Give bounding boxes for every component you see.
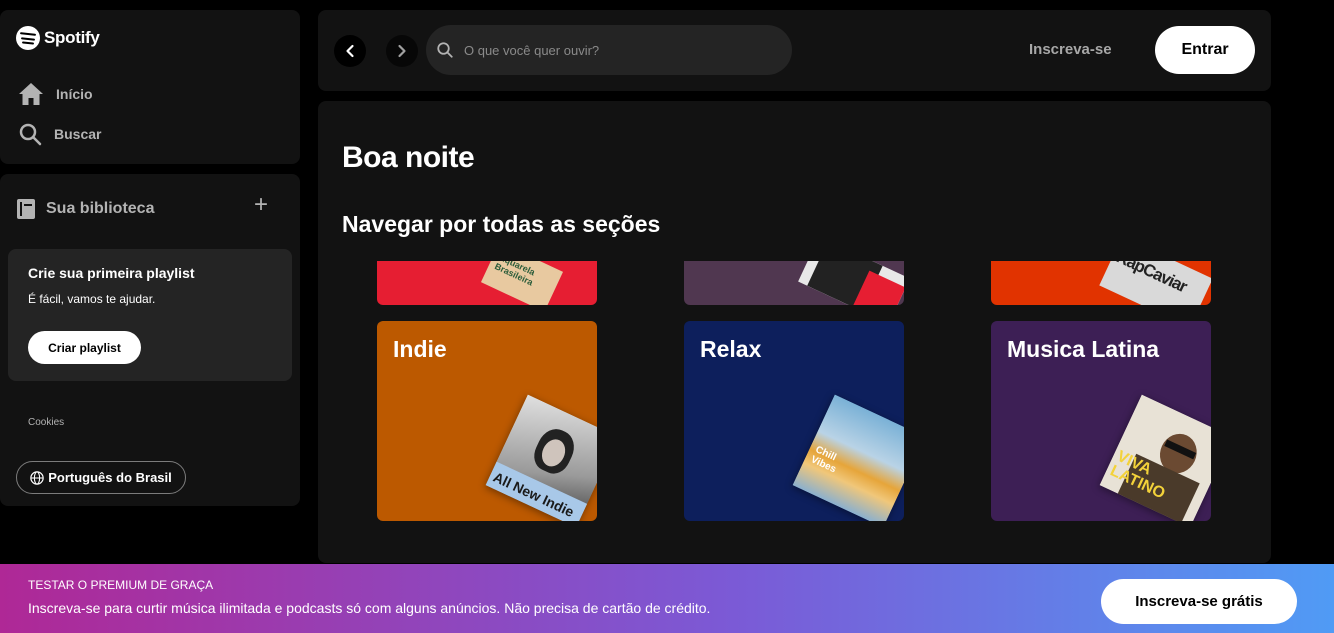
library-icon [17, 199, 35, 219]
spotify-logo-text: Spotify [44, 28, 100, 47]
create-playlist-subtitle: É fácil, vamos te ajudar. [28, 292, 156, 306]
language-label: Português do Brasil [48, 470, 172, 485]
cookies-link[interactable]: Cookies [28, 417, 64, 428]
signup-link[interactable]: Inscreva-se [1029, 41, 1112, 58]
category-cover-art: RapCaviar [1099, 261, 1211, 305]
top-bar: Inscreva-se Entrar [318, 10, 1271, 91]
nav-home-label: Início [56, 86, 93, 102]
genre-cover-art: VIVA LATINO [1099, 394, 1211, 521]
category-cover-art [798, 261, 904, 305]
chevron-right-icon [398, 44, 406, 58]
library-title: Sua biblioteca [46, 200, 155, 217]
library-header[interactable]: Sua biblioteca [16, 198, 154, 220]
plus-icon[interactable]: + [250, 193, 272, 217]
category-card-partial[interactable]: Aquarela Brasileira [377, 261, 597, 305]
greeting-title: Boa noite [342, 141, 475, 174]
cover-text: RapCaviar [1113, 261, 1190, 297]
login-button[interactable]: Entrar [1155, 26, 1255, 74]
spotify-logo[interactable]: Spotify [16, 26, 100, 50]
search-icon [437, 42, 453, 58]
search-icon [19, 123, 42, 146]
genre-cover-art: All New Indie [485, 394, 597, 521]
cover-text: Aquarela Brasileira [493, 261, 537, 288]
search-input[interactable] [464, 42, 764, 58]
genre-card-indie[interactable]: Indie All New Indie [377, 321, 597, 521]
genre-card-musica-latina[interactable]: Musica Latina VIVA LATINO [991, 321, 1211, 521]
section-title: Navegar por todas as seções [342, 211, 661, 237]
forward-button[interactable] [386, 35, 418, 67]
back-button[interactable] [334, 35, 366, 67]
chevron-left-icon [346, 44, 354, 58]
category-card-partial[interactable] [684, 261, 904, 305]
banner-kicker: TESTAR O PREMIUM DE GRAÇA [28, 578, 214, 592]
genre-cover-art: Chill Vibes [792, 394, 904, 521]
category-card-partial[interactable]: RapCaviar [991, 261, 1211, 305]
globe-icon [30, 470, 44, 485]
spotify-logo-icon [16, 26, 40, 50]
genre-title: Relax [700, 336, 762, 362]
create-playlist-title: Crie sua primeira playlist [28, 265, 195, 281]
category-cover-art: Aquarela Brasileira [480, 261, 564, 305]
search-box[interactable] [426, 25, 792, 75]
nav-search[interactable]: Buscar [18, 122, 101, 146]
home-icon [19, 83, 43, 105]
language-button[interactable]: Português do Brasil [16, 461, 186, 494]
nav-home[interactable]: Início [18, 82, 93, 106]
library-panel: Sua biblioteca + Crie sua primeira playl… [0, 174, 300, 506]
create-playlist-card: Crie sua primeira playlist É fácil, vamo… [8, 249, 292, 381]
banner-text: Inscreva-se para curtir música ilimitada… [28, 600, 711, 616]
nav-panel: Spotify Início Buscar [0, 10, 300, 164]
main-content: Boa noite Navegar por todas as seções Aq… [318, 101, 1271, 563]
create-playlist-button[interactable]: Criar playlist [28, 331, 141, 364]
signup-free-button[interactable]: Inscreva-se grátis [1101, 579, 1297, 624]
genre-title: Musica Latina [1007, 336, 1160, 362]
nav-search-label: Buscar [54, 126, 102, 142]
genre-title: Indie [393, 336, 447, 362]
premium-banner[interactable]: TESTAR O PREMIUM DE GRAÇA Inscreva-se pa… [0, 564, 1334, 633]
genre-card-relax[interactable]: Relax Chill Vibes [684, 321, 904, 521]
